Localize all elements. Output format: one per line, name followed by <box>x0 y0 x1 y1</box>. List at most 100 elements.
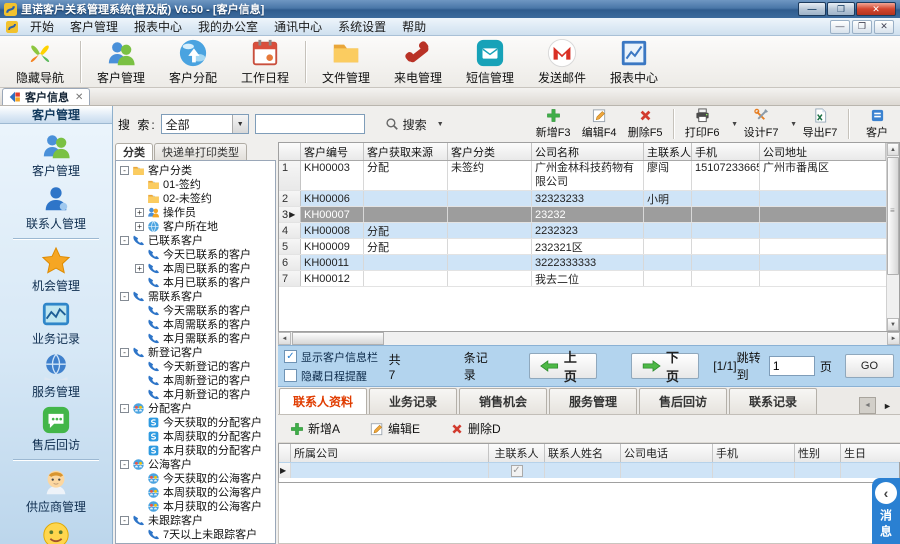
tree-node[interactable]: 本周获取的公海客户 <box>118 485 275 499</box>
sidebar-item-extra[interactable] <box>6 517 106 544</box>
tree-node[interactable]: 今天需联系的客户 <box>118 303 275 317</box>
sidebar-item-机会管理[interactable]: 机会管理 <box>6 243 106 296</box>
detail-action-edit-button[interactable]: 编辑E <box>366 418 424 439</box>
column-header[interactable]: 客户分类 <box>448 143 532 160</box>
action-edit-button[interactable]: 编辑F4 <box>576 107 622 141</box>
table-row[interactable]: 3▶KH0000723232 <box>279 207 886 223</box>
collapse-icon[interactable]: - <box>120 460 129 469</box>
toolbar-button-assign-globe[interactable]: 客户分配 <box>157 38 229 86</box>
tree-node[interactable]: -需联系客户 <box>118 289 275 303</box>
mdi-restore-button[interactable]: ❐ <box>852 20 872 34</box>
collapse-icon[interactable]: - <box>120 236 129 245</box>
column-header[interactable]: 手机 <box>713 444 795 462</box>
table-row[interactable]: ▶✓ <box>279 462 899 478</box>
scroll-up-icon[interactable]: ▲ <box>887 143 899 156</box>
collapse-icon[interactable]: - <box>120 166 129 175</box>
menu-item[interactable]: 报表中心 <box>126 19 190 35</box>
column-header[interactable]: 主联系人 <box>489 444 545 462</box>
chevron-down-icon[interactable]: ▼ <box>232 115 248 133</box>
scrollbar-thumb[interactable] <box>292 332 384 345</box>
checkbox-checked-icon[interactable]: ✓ <box>511 465 523 477</box>
column-header[interactable]: 公司电话 <box>621 444 713 462</box>
tree-node[interactable]: 本月新登记的客户 <box>118 387 275 401</box>
collapse-icon[interactable]: - <box>120 292 129 301</box>
collapse-icon[interactable]: - <box>120 516 129 525</box>
detail-action-add-button[interactable]: 新增A <box>286 418 344 439</box>
tree-node[interactable]: 7天以上未跟踪客户 <box>118 527 275 541</box>
search-scope-select[interactable]: 全部 ▼ <box>161 114 249 134</box>
detail-action-delete-button[interactable]: 删除D <box>446 418 505 439</box>
scrollbar-thumb[interactable] <box>887 157 899 275</box>
column-header[interactable]: 所属公司 <box>291 444 489 462</box>
detail-tab-联系记录[interactable]: 联系记录 <box>729 388 817 414</box>
prev-page-button[interactable]: 上页 <box>529 353 597 379</box>
menu-item[interactable]: 帮助 <box>394 19 434 35</box>
vertical-scrollbar[interactable]: ▲ ▼ <box>886 143 899 331</box>
tab-close-icon[interactable]: ✕ <box>75 92 83 103</box>
column-header[interactable]: 公司名称 <box>532 143 644 160</box>
table-row[interactable]: 5KH00009分配232321区 <box>279 239 886 255</box>
toolbar-button-butterfly[interactable]: 隐藏导航 <box>4 38 76 86</box>
nav-group-header[interactable]: 客户管理 <box>0 106 112 124</box>
tree-node[interactable]: +客户所在地 <box>118 219 275 233</box>
tree-node[interactable]: 本周获取的分配客户 <box>118 429 275 443</box>
chevron-down-icon[interactable]: ▼ <box>437 121 444 128</box>
expand-icon[interactable]: + <box>135 208 144 217</box>
tree-node[interactable]: 本月获取的分配客户 <box>118 443 275 457</box>
column-header[interactable]: 性别 <box>795 444 841 462</box>
show-info-checkbox[interactable]: ✓ 显示客户信息栏 <box>284 349 387 365</box>
scroll-left-icon[interactable]: ◄ <box>278 332 291 345</box>
chevron-down-icon[interactable]: ▼ <box>731 121 738 128</box>
table-row[interactable]: 1KH00003分配未签约广州金林科技药物有限公司廖闯15107233665广州… <box>279 161 886 191</box>
table-row[interactable]: 6KH000113222333333 <box>279 255 886 271</box>
sidebar-item-服务管理[interactable]: 服务管理 <box>6 349 106 402</box>
tree-node[interactable]: 本周需联系的客户 <box>118 317 275 331</box>
action-custinfo-button[interactable]: 客户 <box>854 107 900 141</box>
toolbar-button-sms[interactable]: 短信管理 <box>454 38 526 86</box>
sidebar-item-客户管理[interactable]: 客户管理 <box>6 128 106 181</box>
detail-tab-服务管理[interactable]: 服务管理 <box>549 388 637 414</box>
menu-item[interactable]: 客户管理 <box>62 19 126 35</box>
sidebar-item-供应商管理[interactable]: 供应商管理 <box>6 464 106 517</box>
menu-item[interactable]: 开始 <box>22 19 62 35</box>
next-page-button[interactable]: 下页 <box>631 353 699 379</box>
action-delete-button[interactable]: 删除F5 <box>622 107 668 141</box>
tree-node[interactable]: -公海客户 <box>118 457 275 471</box>
column-header[interactable]: 生日 <box>841 444 900 462</box>
tree-node[interactable]: 本月获取的公海客户 <box>118 499 275 513</box>
column-header[interactable]: 客户获取来源 <box>364 143 448 160</box>
column-header[interactable]: 联系人姓名 <box>545 444 621 462</box>
message-tab-label[interactable]: 消息 <box>878 509 895 541</box>
scroll-right-icon[interactable]: ► <box>887 332 900 345</box>
toolbar-button-report[interactable]: 报表中心 <box>598 38 670 86</box>
tree-node[interactable]: +操作员 <box>118 205 275 219</box>
category-tab[interactable]: 快递单打印类型 <box>154 143 247 160</box>
tree-node[interactable]: -未跟踪客户 <box>118 513 275 527</box>
toolbar-button-folder[interactable]: 文件管理 <box>310 38 382 86</box>
detail-tab-业务记录[interactable]: 业务记录 <box>369 388 457 414</box>
sidebar-item-业务记录[interactable]: 业务记录 <box>6 296 106 349</box>
tree-node[interactable]: 本周新登记的客户 <box>118 373 275 387</box>
sidebar-item-售后回访[interactable]: 售后回访 <box>6 402 106 455</box>
scroll-down-icon[interactable]: ▼ <box>887 318 899 331</box>
menu-item[interactable]: 通讯中心 <box>266 19 330 35</box>
tree-node[interactable]: 今天新登记的客户 <box>118 359 275 373</box>
expand-icon[interactable]: + <box>135 264 144 273</box>
tree-node[interactable]: 本月已联系的客户 <box>118 275 275 289</box>
tree-node[interactable]: +本周已联系的客户 <box>118 261 275 275</box>
tree-node[interactable]: 今天获取的公海客户 <box>118 471 275 485</box>
checkbox-checked-icon[interactable]: ✓ <box>284 350 297 363</box>
collapse-icon[interactable]: - <box>120 348 129 357</box>
column-header[interactable]: 公司地址 <box>760 143 886 160</box>
checkbox-unchecked-icon[interactable] <box>284 369 297 382</box>
close-button[interactable]: ✕ <box>856 2 896 16</box>
tab-scroll-left-icon[interactable]: ◄ <box>859 397 876 414</box>
tree-node[interactable]: 01-签约 <box>118 177 275 191</box>
sidebar-item-联系人管理[interactable]: 联系人管理 <box>6 181 106 234</box>
hide-schedule-checkbox[interactable]: 隐藏日程提醒 <box>284 368 387 384</box>
table-row[interactable]: 2KH0000632323233小明 <box>279 191 886 207</box>
category-tab[interactable]: 分类 <box>115 143 153 160</box>
detail-tab-售后回访[interactable]: 售后回访 <box>639 388 727 414</box>
column-header[interactable]: 主联系人 <box>644 143 692 160</box>
menu-item[interactable]: 我的办公室 <box>190 19 266 35</box>
